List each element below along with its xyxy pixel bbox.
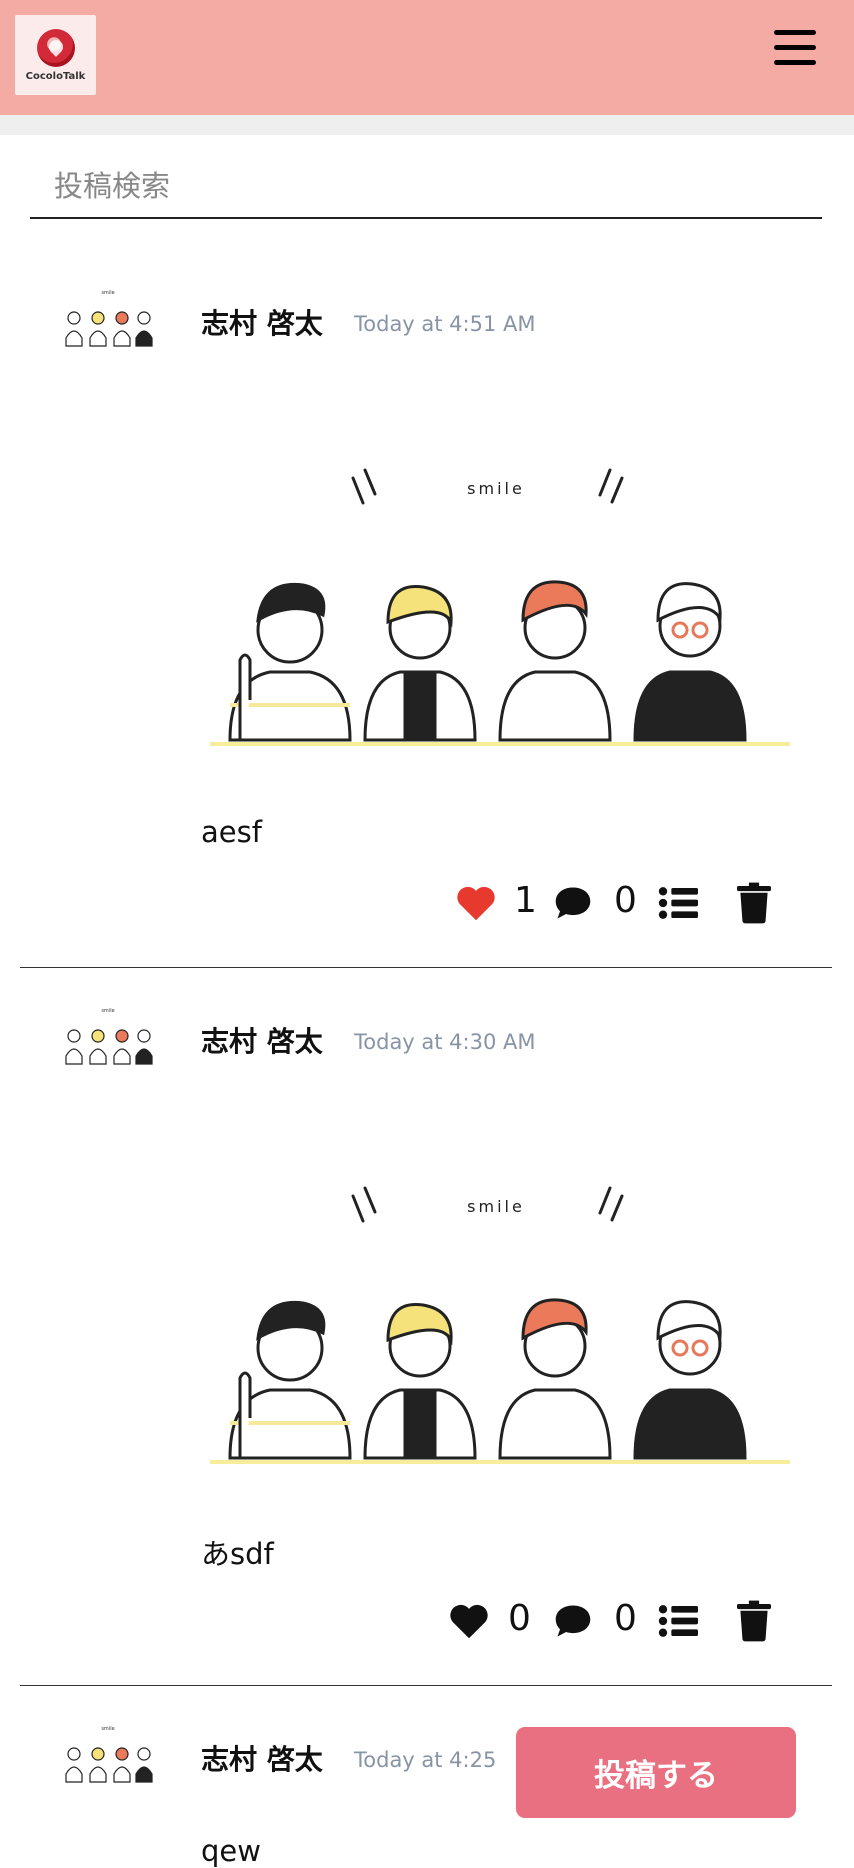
list-icon[interactable] — [658, 886, 698, 920]
comment-count: 0 — [614, 880, 637, 921]
post-text: あsdf — [201, 1537, 274, 1571]
post-actions: 1 0 — [450, 880, 800, 930]
post-timestamp: Today at 4:25 — [354, 1748, 497, 1772]
app-header: CocoloTalk — [0, 0, 854, 115]
comment-icon[interactable] — [552, 1602, 594, 1640]
heart-icon[interactable] — [455, 884, 497, 922]
image-caption: smile — [467, 1197, 525, 1216]
comment-icon[interactable] — [552, 884, 594, 922]
post-author[interactable]: 志村 啓太 — [201, 1738, 323, 1778]
post-search-input[interactable] — [30, 155, 822, 219]
avatar[interactable]: smile — [58, 280, 162, 370]
post-author[interactable]: 志村 啓太 — [201, 302, 323, 342]
hamburger-icon[interactable] — [774, 28, 818, 68]
svg-text:smile: smile — [101, 1008, 114, 1014]
post-divider — [20, 1685, 832, 1686]
post-text: aesf — [201, 815, 262, 849]
post-actions: 0 0 — [446, 1598, 800, 1648]
post-image[interactable]: smile — [200, 1158, 790, 1488]
comment-count: 0 — [614, 1598, 637, 1639]
post-image[interactable]: smile — [200, 440, 790, 770]
heart-icon[interactable] — [448, 1602, 490, 1640]
logo-icon — [36, 28, 75, 67]
post-timestamp: Today at 4:51 AM — [354, 312, 536, 336]
like-count: 1 — [514, 880, 537, 921]
svg-text:smile: smile — [101, 290, 114, 296]
list-icon[interactable] — [658, 1604, 698, 1638]
like-count: 0 — [508, 1598, 531, 1639]
logo-text: CocoloTalk — [25, 70, 86, 82]
post-divider — [20, 967, 832, 968]
trash-icon[interactable] — [737, 1600, 771, 1642]
trash-icon[interactable] — [737, 882, 771, 924]
post-text: qew — [201, 1834, 261, 1868]
svg-text:smile: smile — [101, 1726, 114, 1732]
post-timestamp: Today at 4:30 AM — [354, 1030, 536, 1054]
post-author[interactable]: 志村 啓太 — [201, 1020, 323, 1060]
image-caption: smile — [467, 479, 525, 498]
create-post-button[interactable]: 投稿する — [516, 1727, 796, 1818]
avatar[interactable]: smile — [58, 998, 162, 1088]
header-divider — [0, 115, 854, 135]
app-logo[interactable]: CocoloTalk — [15, 15, 96, 95]
avatar[interactable]: smile — [58, 1716, 162, 1806]
